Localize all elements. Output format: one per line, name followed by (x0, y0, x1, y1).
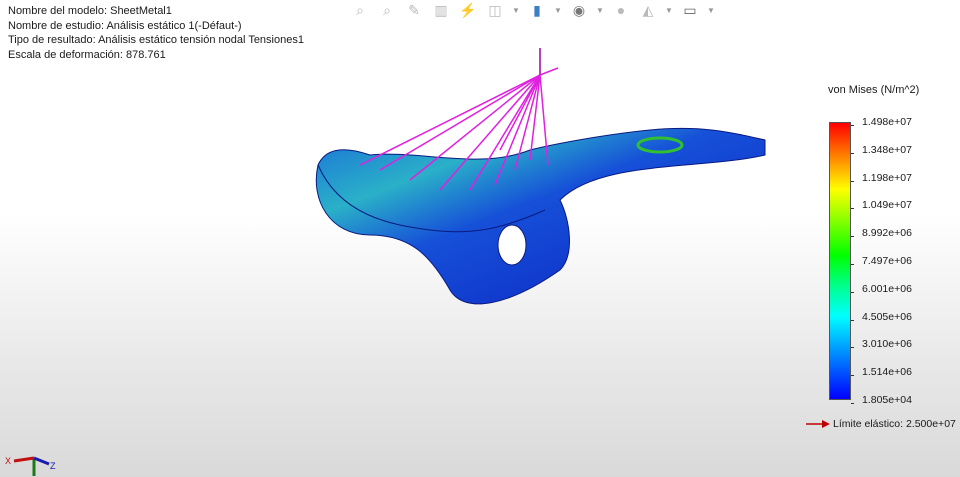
monitor-icon[interactable]: ▭ (680, 1, 700, 19)
display-style-icon[interactable]: ▮ (527, 1, 547, 19)
legend-tick-label: 1.049e+07 (862, 199, 912, 212)
study-name: Nombre de estudio: Análisis estático 1(-… (8, 19, 242, 32)
arrow-right-icon (806, 420, 830, 428)
chevron-down-icon[interactable]: ▼ (707, 1, 715, 19)
deformation-scale: Escala de deformación: 878.761 (8, 48, 166, 61)
model-info: Nombre del modelo: SheetMetal1 Nombre de… (8, 4, 304, 62)
model-name: Nombre del modelo: SheetMetal1 (8, 5, 172, 17)
legend-tick (851, 347, 854, 349)
hole (497, 224, 527, 266)
legend-tick (851, 152, 854, 154)
sheet-metal-part (315, 127, 766, 305)
zoom-to-area-icon[interactable]: ⌕ (377, 1, 397, 19)
yield-label: Límite elástico: 2.500e+07 (833, 418, 956, 430)
model-viewport[interactable] (300, 40, 780, 320)
heads-up-toolbar: ⌕ ⌕ ✎ ▥ ⚡ ◫ ▼ ▮ ▼ ◉ ▼ ● ◭ ▼ ▭ ▼ (350, 0, 715, 20)
legend-tick-label: 8.992e+06 (862, 227, 912, 240)
view-orientation-icon[interactable]: ◫ (485, 1, 505, 19)
z-axis-label: Z (50, 461, 56, 471)
x-axis-label: X (5, 456, 11, 466)
yield-strength: Límite elástico: 2.500e+07 (806, 418, 956, 430)
legend-tick (851, 264, 854, 265)
legend-tick-label: 1.348e+07 (862, 143, 912, 156)
triad-axes-icon: X Z (5, 456, 56, 476)
legend-tick-label: 6.001e+06 (862, 282, 912, 295)
section-view-icon[interactable]: ▥ (431, 1, 451, 19)
hide-show-icon[interactable]: ◉ (569, 1, 589, 19)
legend-tick (851, 125, 854, 126)
legend-tick (851, 208, 854, 210)
legend-tick-label: 1.514e+06 (862, 366, 912, 379)
legend-tick-label: 7.497e+06 (862, 255, 912, 267)
legend-title: von Mises (N/m^2) (828, 84, 920, 96)
legend-tick (851, 180, 854, 182)
zoom-to-fit-icon[interactable]: ⌕ (350, 1, 370, 19)
edit-appearance-icon[interactable]: ● (611, 1, 631, 19)
legend-tick (851, 319, 854, 321)
legend-tick (851, 236, 854, 238)
chevron-down-icon[interactable]: ▼ (665, 1, 673, 19)
chevron-down-icon[interactable]: ▼ (512, 1, 520, 19)
legend-tick-label: 4.505e+06 (862, 310, 912, 323)
chevron-down-icon[interactable]: ▼ (554, 1, 562, 19)
apply-scene-icon[interactable]: ◭ (638, 1, 658, 19)
color-scale-bar (829, 122, 851, 400)
legend-tick-label: 1.805e+04 (862, 394, 912, 406)
previous-view-icon[interactable]: ✎ (404, 1, 424, 19)
legend-tick-label: 1.498e+07 (862, 116, 912, 128)
legend-tick (851, 403, 854, 404)
chevron-down-icon[interactable]: ▼ (596, 1, 604, 19)
legend-tick-label: 1.198e+07 (862, 171, 912, 184)
legend-tick-label: 3.010e+06 (862, 338, 912, 351)
legend-tick (851, 375, 854, 377)
result-type: Tipo de resultado: Análisis estático ten… (8, 34, 304, 46)
legend-tick (851, 291, 854, 293)
view-settings-icon[interactable]: ⚡ (458, 1, 478, 19)
